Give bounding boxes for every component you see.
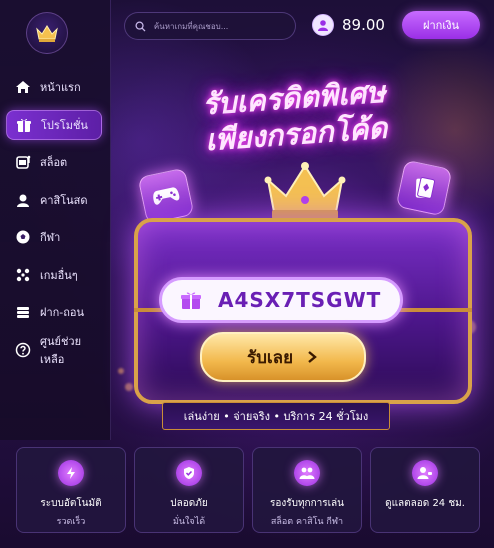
deposit-button[interactable]: ฝากเงิน (402, 11, 480, 39)
search-input[interactable] (151, 20, 295, 32)
sidebar-item-label: สล็อต (40, 156, 68, 169)
sidebar-item-other-games[interactable]: เกมอื่นๆ (6, 260, 102, 290)
crown-icon (264, 162, 346, 219)
claim-button-label: รับเลย (246, 347, 294, 368)
slot-icon (15, 154, 31, 170)
sidebar-item-label: เกมอื่นๆ (40, 268, 78, 282)
feature-card-support: ดูแลตลอด 24 ชม. (370, 447, 480, 533)
sidebar-item-label: คาสิโนสด (40, 193, 88, 207)
sidebar-item-label: กีฬา (40, 231, 61, 244)
gift-icon (16, 117, 32, 133)
sidebar-nav: หน้าแรก โปรโมชั่น สล็อต คาสิโนสด กีฬา เก… (6, 72, 102, 372)
sidebar-item-help-center[interactable]: ศูนย์ช่วยเหลือ (6, 334, 102, 366)
feature-cards: ระบบอัตโนมัติ รวดเร็ว ปลอดภัย มั่นใจได้ … (16, 447, 480, 533)
feature-title: รองรับทุกการเล่น (269, 498, 345, 509)
sidebar-item-slots[interactable]: สล็อต (6, 147, 102, 177)
help-icon (15, 342, 31, 358)
wallet-icon (15, 304, 31, 320)
ball-icon (15, 229, 31, 245)
promo-code-field[interactable]: A4SX7TSGWT (159, 277, 403, 323)
users-icon (294, 460, 320, 486)
feature-title: ปลอดภัย (170, 498, 208, 509)
cards-icon (415, 177, 436, 199)
gamepad-badge (137, 167, 195, 225)
sidebar-item-deposit-withdraw[interactable]: ฝาก-ถอน (6, 297, 102, 327)
crown-icon (36, 25, 58, 42)
sidebar-item-label: โปรโมชั่น (41, 118, 88, 132)
claim-button[interactable]: รับเลย (200, 332, 366, 382)
lightning-icon (58, 460, 84, 486)
cards-badge (395, 159, 453, 217)
home-icon (15, 79, 31, 95)
sidebar-item-label: ศูนย์ช่วยเหลือ (40, 334, 82, 366)
tagline-bar: เล่นง่าย • จ่ายจริง • บริการ 24 ชั่วโมง (162, 402, 390, 430)
search-icon (135, 20, 146, 32)
feature-title: ดูแลตลอด 24 ชม. (385, 498, 465, 509)
feature-card-all-games: รองรับทุกการเล่น สล็อต คาสิโน กีฬา (252, 447, 362, 533)
grid-icon (15, 267, 31, 283)
feature-title: ระบบอัตโนมัติ (40, 498, 102, 509)
gamepad-icon (153, 187, 180, 205)
feature-subtitle: มั่นใจได้ (172, 517, 206, 527)
sidebar: หน้าแรก โปรโมชั่น สล็อต คาสิโนสด กีฬา เก… (0, 0, 111, 440)
sidebar-item-sports[interactable]: กีฬา (6, 222, 102, 252)
promo-code-value: A4SX7TSGWT (218, 288, 382, 312)
logo[interactable] (26, 12, 68, 54)
sidebar-item-promotions[interactable]: โปรโมชั่น (6, 109, 102, 140)
sidebar-item-label: ฝาก-ถอน (40, 306, 85, 319)
search-bar[interactable] (124, 12, 296, 40)
balance-display: 89.00 (312, 14, 385, 36)
support-icon (412, 460, 438, 486)
avatar[interactable] (312, 14, 334, 36)
feature-subtitle: สล็อต คาสิโน กีฬา (270, 517, 344, 527)
user-icon (318, 20, 328, 31)
gift-icon (181, 292, 201, 309)
feature-card-auto: ระบบอัตโนมัติ รวดเร็ว (16, 447, 126, 533)
sidebar-item-home[interactable]: หน้าแรก (6, 72, 102, 102)
balance-amount: 89.00 (342, 16, 385, 34)
casino-icon (15, 192, 31, 208)
chevron-right-icon (308, 351, 317, 363)
sidebar-item-label: หน้าแรก (40, 81, 81, 94)
shield-icon (176, 460, 202, 486)
sidebar-item-live-casino[interactable]: คาสิโนสด (6, 185, 102, 215)
feature-subtitle: รวดเร็ว (56, 517, 86, 527)
feature-card-secure: ปลอดภัย มั่นใจได้ (134, 447, 244, 533)
tagline-text: เล่นง่าย • จ่ายจริง • บริการ 24 ชั่วโมง (183, 410, 369, 423)
